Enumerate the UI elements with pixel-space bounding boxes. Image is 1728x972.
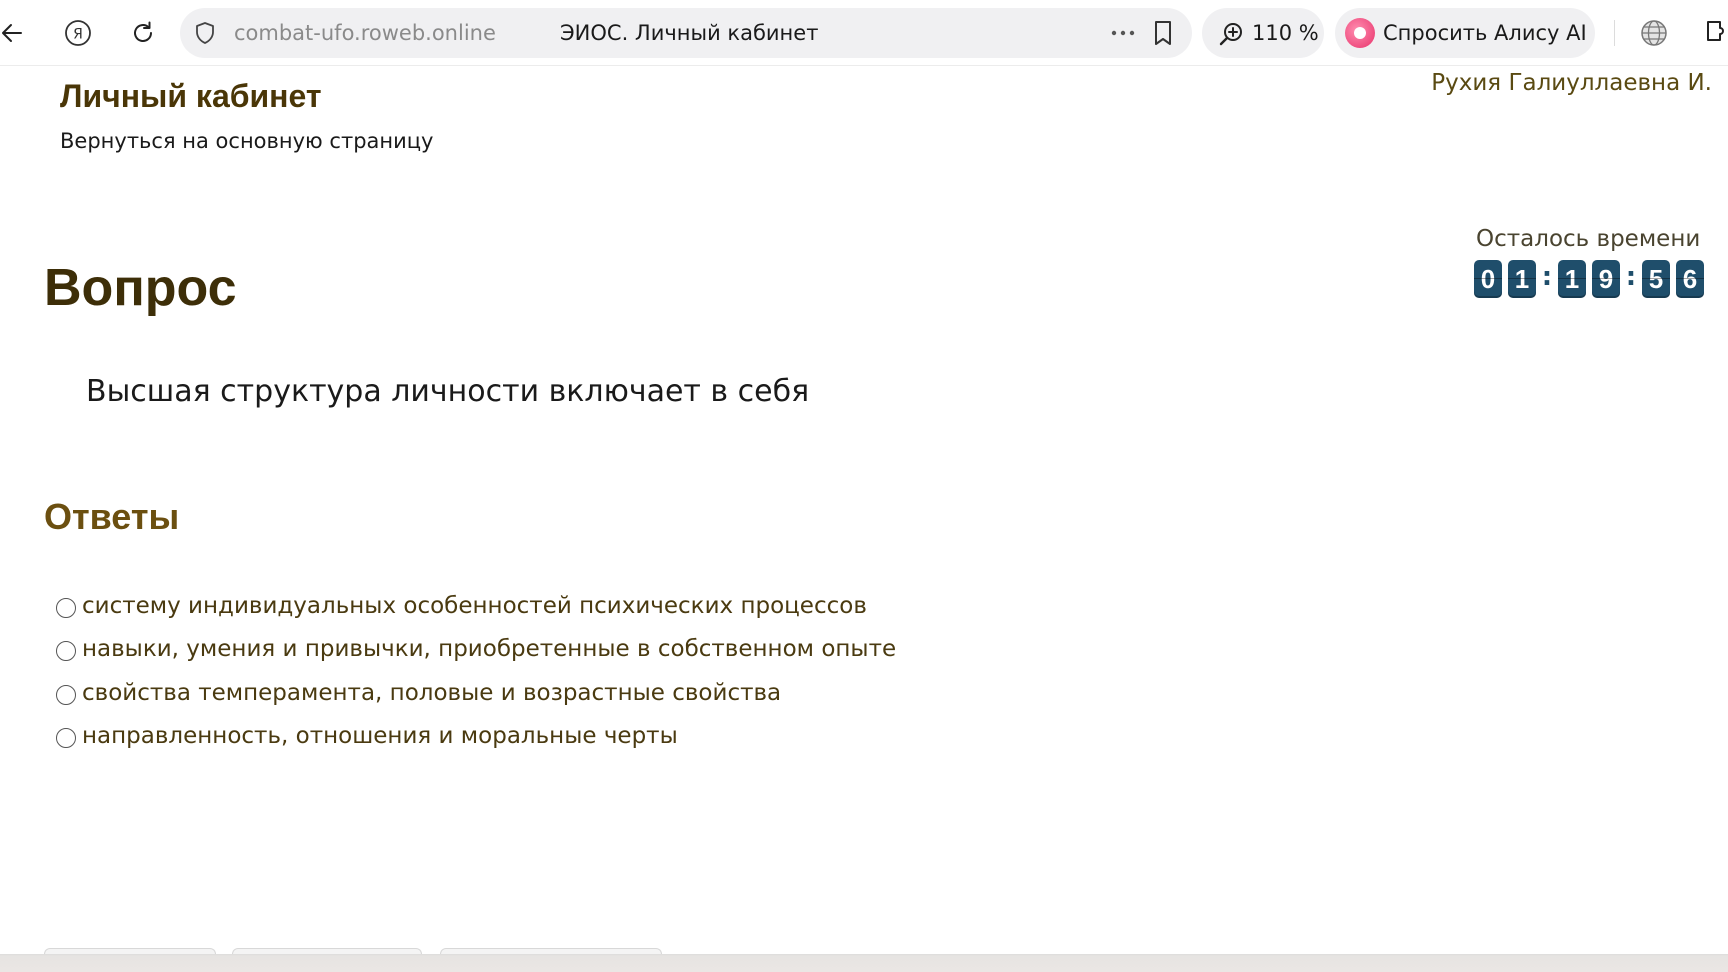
- answer-radio[interactable]: [56, 684, 76, 705]
- zoom-level: 110 %: [1252, 21, 1319, 45]
- answer-label[interactable]: свойства темперамента, половые и возраст…: [82, 680, 781, 706]
- timer-digit-hours-ones: 1: [1508, 260, 1536, 298]
- question-heading: Вопрос: [44, 259, 237, 317]
- answer-label[interactable]: систему индивидуальных особенностей псих…: [82, 593, 867, 619]
- ask-alice-label: Спросить Алису AI: [1383, 21, 1587, 45]
- tab-title: ЭИОС. Личный кабинет: [560, 21, 819, 45]
- answer-option-1[interactable]: систему индивидуальных особенностей псих…: [56, 584, 896, 628]
- timer-separator: :: [1625, 262, 1637, 292]
- ask-alice-button[interactable]: Спросить Алису AI: [1335, 8, 1595, 58]
- answer-radio[interactable]: [56, 597, 76, 618]
- answer-option-4[interactable]: направленность, отношения и моральные че…: [56, 715, 896, 759]
- answer-label[interactable]: направленность, отношения и моральные че…: [82, 723, 678, 749]
- answers-list: систему индивидуальных особенностей псих…: [56, 584, 896, 758]
- zoom-icon: [1218, 21, 1244, 51]
- address-bar[interactable]: combat-ufo.roweb.online ЭИОС. Личный каб…: [180, 8, 1192, 58]
- globe-icon[interactable]: [1634, 13, 1674, 53]
- answer-radio[interactable]: [56, 728, 76, 749]
- user-name[interactable]: Рухия Галиуллаевна И.: [1431, 70, 1712, 96]
- answer-option-2[interactable]: навыки, умения и привычки, приобретенные…: [56, 628, 896, 672]
- timer-digit-minutes-ones: 9: [1592, 260, 1620, 298]
- answer-label[interactable]: навыки, умения и привычки, приобретенные…: [82, 636, 896, 662]
- answer-radio[interactable]: [56, 641, 76, 662]
- reload-icon[interactable]: [123, 13, 163, 53]
- bookmark-icon[interactable]: [1152, 19, 1174, 51]
- answers-heading: Ответы: [44, 496, 180, 537]
- timer-label: Осталось времени: [1476, 226, 1701, 252]
- more-icon[interactable]: [1108, 20, 1138, 46]
- timer-separator: :: [1541, 262, 1553, 292]
- svg-text:Я: Я: [73, 27, 83, 43]
- back-to-main-link[interactable]: Вернуться на основную страницу: [60, 129, 434, 153]
- timer-digit-hours-tens: 0: [1474, 260, 1502, 298]
- browser-toolbar: Я combat-ufo.roweb.online ЭИОС. Личный к…: [0, 0, 1728, 66]
- timer-digit-seconds-ones: 6: [1676, 260, 1704, 298]
- timer-digit-seconds-tens: 5: [1642, 260, 1670, 298]
- answer-option-3[interactable]: свойства темперамента, половые и возраст…: [56, 671, 896, 715]
- shield-icon[interactable]: [194, 21, 216, 49]
- back-arrow-icon[interactable]: [0, 13, 32, 53]
- zoom-indicator[interactable]: 110 %: [1202, 8, 1324, 58]
- cabinet-title: Личный кабинет: [60, 78, 322, 114]
- url-text[interactable]: combat-ufo.roweb.online: [234, 21, 496, 45]
- question-text: Высшая структура личности включает в себ…: [86, 374, 810, 409]
- timer-digit-minutes-tens: 1: [1558, 260, 1586, 298]
- alice-icon: [1345, 18, 1375, 48]
- toolbar-divider: [1614, 20, 1615, 46]
- extensions-icon[interactable]: [1696, 13, 1728, 53]
- taskbar-strip: [0, 954, 1728, 972]
- yandex-home-icon[interactable]: Я: [58, 13, 98, 53]
